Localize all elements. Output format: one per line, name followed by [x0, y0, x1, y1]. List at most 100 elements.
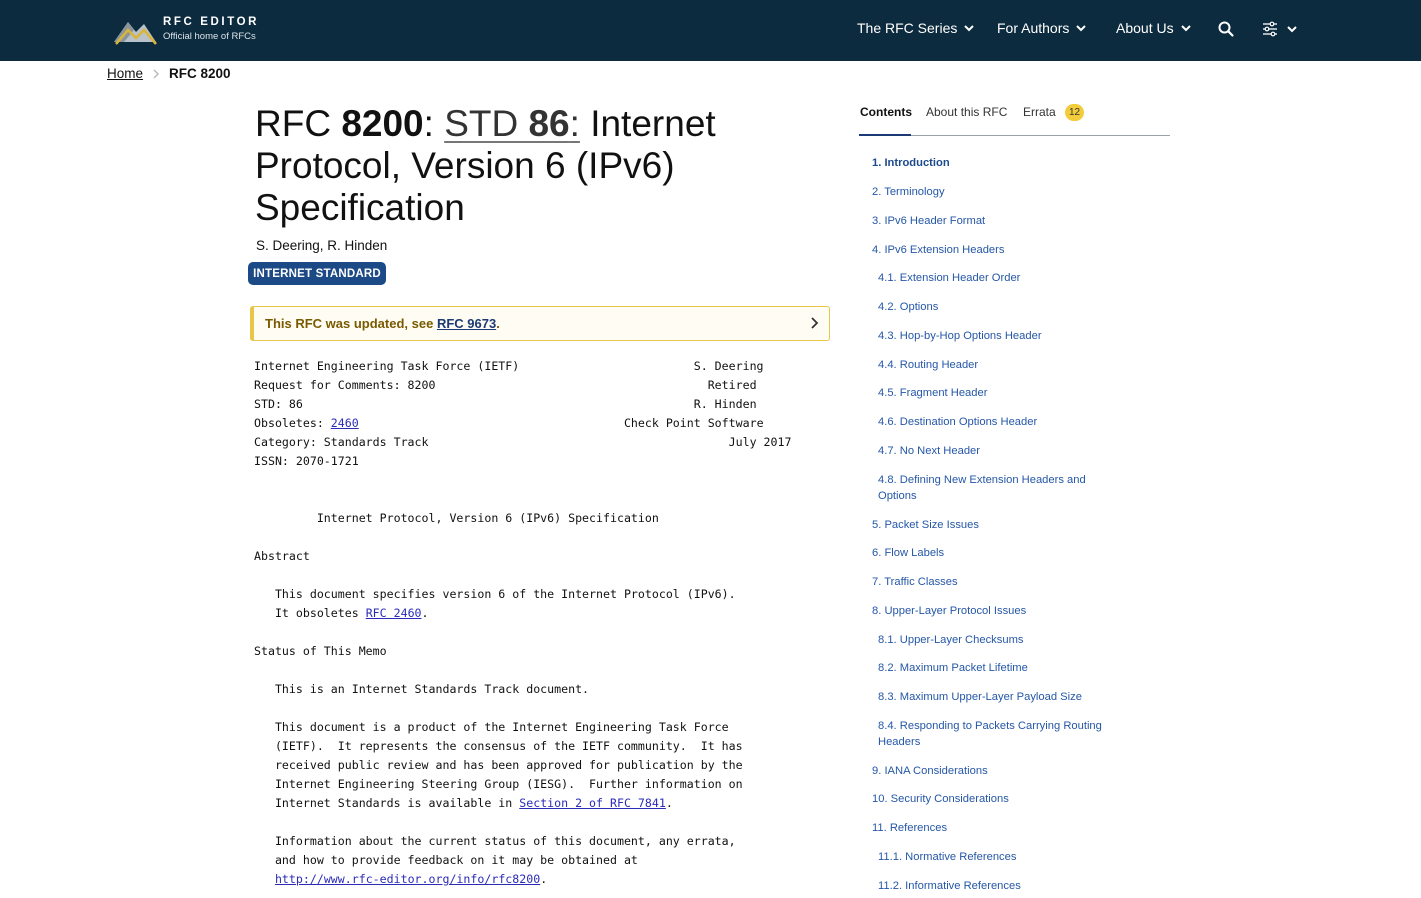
toc-item[interactable]: 4.6. Destination Options Header [878, 414, 1037, 430]
toc-item[interactable]: 8.3. Maximum Upper-Layer Payload Size [878, 689, 1082, 705]
update-notice-rfc-prefix: RFC [436, 316, 468, 331]
chevron-right-icon [811, 317, 819, 329]
obsoletes-link[interactable]: 2460 [331, 416, 359, 430]
nav-rfc-series-label: The RFC Series [857, 20, 958, 36]
chevron-down-icon [1287, 26, 1297, 33]
rfc-header-right: Check Point Software [358, 416, 764, 430]
rfc-document-text: Internet Engineering Task Force (IETF) S… [254, 357, 792, 889]
rfc-editor-logo[interactable]: RFC EDITOR Official home of RFCs [112, 14, 272, 48]
obsoletes-label: Obsoletes: [254, 416, 331, 430]
rfc-header-line: ISSN: 2070-1721 [254, 454, 359, 468]
toc-item[interactable]: 4. IPv6 Extension Headers [872, 242, 1004, 258]
status-line: Internet Standards is available in Secti… [254, 794, 774, 813]
display-settings-button[interactable] [1262, 19, 1302, 39]
toc-item[interactable]: 11.2. Informative References [878, 878, 1021, 894]
chevron-down-icon [1180, 25, 1191, 32]
abstract-heading: Abstract [254, 549, 310, 563]
status-line: and how to provide feedback on it may be… [254, 853, 638, 867]
tab-errata[interactable]: Errata [1023, 105, 1056, 119]
toc-item[interactable]: 5. Packet Size Issues [872, 517, 979, 533]
chevron-down-icon [1076, 25, 1087, 32]
status-text: . [665, 796, 673, 810]
status-line: received public review and has been appr… [254, 758, 743, 772]
status-text: . [540, 872, 548, 886]
status-text: Internet Standards is available in [254, 796, 520, 810]
toc-item[interactable]: 8. Upper-Layer Protocol Issues [872, 603, 1026, 619]
update-notice-text: This RFC was updated, see RFC 9673. [265, 316, 500, 331]
status-line: Information about the current status of … [254, 834, 736, 848]
toc-item[interactable]: 8.1. Upper-Layer Checksums [878, 632, 1024, 648]
toc-item[interactable]: 10. Security Considerations [872, 791, 1009, 807]
status-line: Internet Engineering Steering Group (IES… [254, 777, 743, 791]
toc-item[interactable]: 2. Terminology [872, 184, 945, 200]
title-std-number: 86 [528, 103, 570, 144]
chevron-down-icon [964, 25, 975, 32]
toc-item[interactable]: 1. Introduction [872, 155, 950, 171]
update-notice-rfc-number: 9673 [467, 316, 497, 331]
sliders-icon [1263, 21, 1277, 37]
rfc-info-url-link[interactable]: http://www.rfc-editor.org/info/rfc8200 [275, 872, 540, 886]
sidebar-tabs: Contents About this RFC Errata [859, 100, 1170, 136]
toc-item[interactable]: 6. Flow Labels [872, 545, 944, 561]
abstract-line: It obsoletes RFC 2460. [254, 604, 774, 623]
top-navigation-bar: RFC EDITOR Official home of RFCs The RFC… [0, 0, 1421, 61]
nav-about-us[interactable]: About Us [1116, 19, 1192, 37]
rfc-2460-link[interactable]: RFC 2460 [366, 606, 422, 620]
toc-item[interactable]: 3. IPv6 Header Format [872, 213, 985, 229]
logo-title: RFC EDITOR [163, 16, 260, 28]
title-rfc-number: 8200 [341, 103, 424, 144]
update-notice[interactable]: This RFC was updated, see RFC 9673. [250, 306, 830, 341]
toc-item[interactable]: 11. References [872, 820, 947, 836]
status-line: (IETF). It represents the consensus of t… [254, 739, 743, 753]
toc-item[interactable]: 7. Traffic Classes [872, 574, 958, 590]
rfc-editor-logo-icon [114, 22, 157, 45]
nav-rfc-series[interactable]: The RFC Series [857, 19, 975, 37]
page-title: RFC 8200: STD 86: Internet Protocol, Ver… [255, 103, 815, 229]
status-line: http://www.rfc-editor.org/info/rfc8200. [254, 870, 774, 889]
toc-item[interactable]: 4.7. No Next Header [878, 443, 980, 459]
rfc-header-line: Request for Comments: 8200 Retired [254, 378, 757, 392]
title-prefix: RFC [255, 103, 342, 144]
status-badge[interactable]: INTERNET STANDARD [248, 262, 386, 285]
toc-item[interactable]: 4.8. Defining New Extension Headers and … [878, 472, 1106, 504]
toc-item[interactable]: 4.3. Hop-by-Hop Options Header [878, 328, 1042, 344]
title-colon: : [423, 103, 445, 144]
breadcrumb-current: RFC 8200 [169, 66, 231, 81]
abstract-text: It obsoletes [254, 606, 366, 620]
authors: S. Deering, R. Hinden [256, 238, 388, 253]
toc-item[interactable]: 4.5. Fragment Header [878, 385, 987, 401]
tab-about-this-rfc[interactable]: About this RFC [926, 105, 1007, 119]
toc-item[interactable]: 9. IANA Considerations [872, 763, 988, 779]
status-text [254, 872, 275, 886]
rfc-header-line: Obsoletes: 2460 Check Point Software [254, 414, 774, 433]
chevron-right-icon [153, 68, 160, 79]
abstract-line: This document specifies version 6 of the… [254, 587, 736, 601]
status-line: This is an Internet Standards Track docu… [254, 682, 590, 696]
breadcrumb-home-link[interactable]: Home [107, 66, 143, 81]
search-icon[interactable] [1217, 20, 1235, 38]
rfc-header-line: Category: Standards Track July 2017 [254, 435, 792, 449]
status-heading: Status of This Memo [254, 644, 387, 658]
toc-item[interactable]: 11.1. Normative References [878, 849, 1016, 865]
rfc-header-line: STD: 86 R. Hinden [254, 397, 757, 411]
nav-for-authors-label: For Authors [997, 20, 1070, 36]
abstract-text: . [421, 606, 429, 620]
update-notice-suffix: . [496, 316, 500, 331]
update-notice-rfc-link[interactable]: RFC 9673 [437, 316, 496, 331]
rfc-header-line: Internet Engineering Task Force (IETF) S… [254, 359, 764, 373]
nav-for-authors[interactable]: For Authors [997, 19, 1087, 37]
toc-item[interactable]: 4.1. Extension Header Order [878, 270, 1020, 286]
nav-about-us-label: About Us [1116, 20, 1174, 36]
toc-item[interactable]: 8.2. Maximum Packet Lifetime [878, 660, 1028, 676]
tab-contents[interactable]: Contents [860, 105, 912, 119]
active-tab-indicator [859, 134, 911, 136]
toc-item[interactable]: 4.2. Options [878, 299, 938, 315]
title-std-link[interactable]: STD 86: [444, 103, 580, 144]
toc-item[interactable]: 8.4. Responding to Packets Carrying Rout… [878, 718, 1120, 750]
section-2-rfc-7841-link[interactable]: Section 2 of RFC 7841 [519, 796, 666, 810]
breadcrumb: Home RFC 8200 [107, 66, 231, 81]
logo-subtitle: Official home of RFCs [163, 31, 256, 42]
toc-item[interactable]: 4.4. Routing Header [878, 357, 978, 373]
title-std-prefix: STD [444, 103, 529, 144]
update-notice-label: This RFC was updated, see [265, 316, 437, 331]
